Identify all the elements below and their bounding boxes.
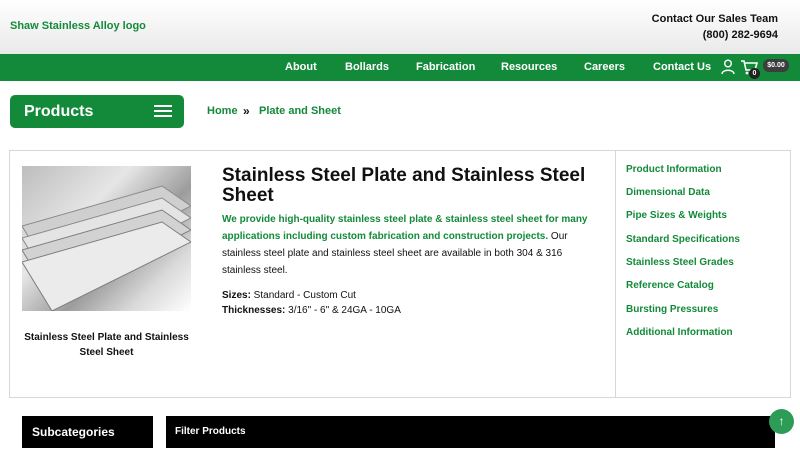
nav-item-fabrication[interactable]: Fabrication	[416, 61, 475, 73]
breadcrumb-home[interactable]: Home	[207, 105, 238, 117]
side-link-stainless-grades[interactable]: Stainless Steel Grades	[626, 257, 734, 268]
site-logo[interactable]: Shaw Stainless Alloy logo	[10, 20, 146, 32]
cart-count-badge: 0	[749, 68, 760, 79]
product-image	[22, 166, 191, 311]
sizes-value: Standard - Custom Cut	[250, 290, 356, 301]
user-icon[interactable]	[721, 59, 735, 75]
nav-item-bollards[interactable]: Bollards	[345, 61, 389, 73]
description-highlight: We provide high-quality stainless steel …	[222, 214, 588, 242]
thickness-spec: Thicknesses: 3/16" - 6" & 24GA - 10GA	[222, 305, 401, 316]
side-link-additional-information[interactable]: Additional Information	[626, 327, 733, 338]
side-link-standard-specifications[interactable]: Standard Specifications	[626, 234, 740, 245]
products-menu-label: Products	[24, 103, 94, 120]
nav-item-contact-us[interactable]: Contact Us	[653, 61, 711, 73]
subcategories-label: Subcategories	[32, 425, 115, 439]
thickness-value: 3/16" - 6" & 24GA - 10GA	[285, 305, 401, 316]
side-link-bursting-pressures[interactable]: Bursting Pressures	[626, 304, 718, 315]
page-title: Stainless Steel Plate and Stainless Stee…	[222, 165, 586, 206]
breadcrumb-separator: »	[243, 104, 250, 118]
phone-number[interactable]: (800) 282-9694	[652, 27, 778, 43]
hamburger-icon[interactable]	[154, 105, 172, 118]
site-header: Shaw Stainless Alloy logo Contact Our Sa…	[0, 0, 800, 54]
side-link-product-information[interactable]: Product Information	[626, 164, 722, 175]
thickness-label: Thicknesses:	[222, 305, 286, 316]
product-image-caption: Stainless Steel Plate and Stainless Stee…	[24, 332, 189, 358]
filter-products-label: Filter Products	[175, 426, 246, 437]
nav-item-careers[interactable]: Careers	[584, 61, 625, 73]
product-description: We provide high-quality stainless steel …	[222, 211, 598, 279]
filter-products-header[interactable]: Filter Products	[166, 416, 775, 448]
nav-item-resources[interactable]: Resources	[501, 61, 557, 73]
subcategories-header[interactable]: Subcategories	[22, 416, 153, 448]
side-link-reference-catalog[interactable]: Reference Catalog	[626, 280, 714, 291]
side-link-pipe-sizes[interactable]: Pipe Sizes & Weights	[626, 210, 727, 221]
nav-item-about[interactable]: About	[285, 61, 317, 73]
products-menu-button[interactable]: Products	[10, 95, 184, 128]
contact-info: Contact Our Sales Team (800) 282-9694	[652, 11, 778, 43]
side-link-dimensional-data[interactable]: Dimensional Data	[626, 187, 710, 198]
breadcrumb-current[interactable]: Plate and Sheet	[259, 105, 341, 117]
main-nav: About Bollards Fabrication Resources Car…	[0, 54, 800, 81]
arrow-up-icon: ↑	[778, 414, 785, 428]
card-divider	[615, 151, 616, 397]
cart-total-badge[interactable]: $0.00	[763, 59, 789, 72]
sizes-spec: Sizes: Standard - Custom Cut	[222, 290, 356, 301]
back-to-top-button[interactable]: ↑	[769, 409, 794, 434]
sizes-label: Sizes:	[222, 290, 251, 301]
contact-title: Contact Our Sales Team	[651, 13, 778, 25]
